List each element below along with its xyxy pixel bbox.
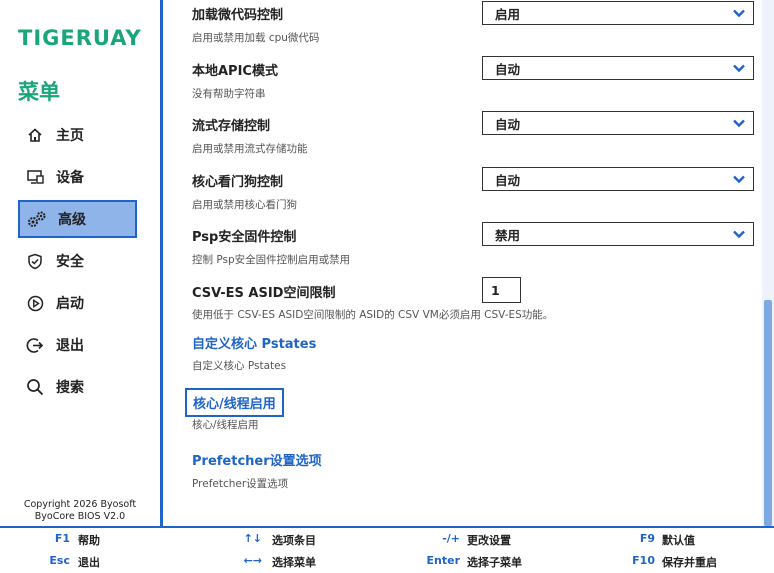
microcode-select[interactable]: 启用 [482, 1, 754, 25]
nav-item-exit[interactable]: 退出 [18, 326, 137, 364]
hotkey-desc: 帮助 [78, 534, 100, 547]
hotkey-desc: 选项条目 [272, 534, 316, 547]
copyright: Copyright 2026 Byosoft ByoCore BIOS V2.0 [23, 499, 137, 522]
nav-item-search[interactable]: 搜索 [18, 368, 137, 406]
scrollbar-thumb[interactable] [764, 300, 772, 526]
gears-icon [26, 208, 48, 230]
nav-item-label: 退出 [56, 338, 84, 354]
hotkey-key: Esc [49, 554, 70, 567]
option-title: CSV-ES ASID空间限制 [192, 286, 336, 301]
hotkey-desc: 默认值 [662, 534, 695, 547]
hotkey-desc: 选择子菜单 [467, 556, 522, 569]
select-value: 自动 [495, 61, 521, 77]
nav-item-label: 安全 [56, 254, 84, 270]
hotkey-key: -/+ [442, 532, 460, 545]
select-value: 禁用 [495, 227, 521, 243]
nav-item-label: 设备 [56, 170, 84, 186]
nav-item-advanced[interactable]: 高级 [18, 200, 137, 238]
option-title: 流式存储控制 [192, 119, 271, 134]
psp-firmware-select[interactable]: 禁用 [482, 222, 754, 246]
option-title: 加载微代码控制 [192, 8, 284, 23]
option-desc: 核心/线程启用 [192, 419, 259, 431]
sidebar: TIGERUAY 菜单 主页 设备 高级 安全 启动 退出 搜索 Copyrig… [0, 0, 163, 526]
option-title: 核心看门狗控制 [192, 175, 284, 190]
asid-limit-input[interactable]: 1 [482, 277, 521, 303]
option-title: 本地APIC模式 [192, 64, 278, 79]
custom-pstates-link[interactable]: 自定义核心 Pstates [192, 333, 316, 352]
hotkey-key: ↑↓ [243, 532, 262, 545]
nav-item-boot[interactable]: 启动 [18, 284, 137, 322]
nav-item-label: 高级 [58, 212, 86, 228]
device-icon [24, 166, 46, 188]
option-desc: 启用或禁用核心看门狗 [192, 199, 297, 211]
hotkey-key: ←→ [243, 554, 262, 567]
select-value: 自动 [495, 116, 521, 132]
menu-title: 菜单 [18, 80, 60, 104]
search-icon [24, 376, 46, 398]
streaming-store-select[interactable]: 自动 [482, 111, 754, 135]
brand-logo: TIGERUAY [18, 26, 142, 50]
nav-item-home[interactable]: 主页 [18, 116, 137, 154]
watchdog-select[interactable]: 自动 [482, 167, 754, 191]
option-desc: 启用或禁用流式存储功能 [192, 143, 308, 155]
chevron-down-icon [733, 9, 745, 18]
hotkey-desc: 更改设置 [467, 534, 511, 547]
option-desc: 没有帮助字符串 [192, 88, 266, 100]
home-icon [24, 124, 46, 146]
option-desc: 使用低于 CSV-ES ASID空间限制的 ASID的 CSV VM必须启用 C… [192, 309, 554, 321]
exit-icon [24, 334, 46, 356]
prefetcher-settings-link[interactable]: Prefetcher设置选项 [192, 450, 322, 469]
select-value: 自动 [495, 172, 521, 188]
hotkey-desc: 保存并重启 [662, 556, 717, 569]
scrollbar[interactable] [762, 0, 774, 526]
nav-item-device[interactable]: 设备 [18, 158, 137, 196]
nav-item-label: 主页 [56, 128, 84, 144]
option-desc: 启用或禁用加载 cpu微代码 [192, 32, 320, 44]
hotkey-key: Enter [426, 554, 461, 567]
apic-mode-select[interactable]: 自动 [482, 56, 754, 80]
option-desc: 自定义核心 Pstates [192, 360, 287, 372]
hotkey-bar: F1 帮助 Esc 退出 ↑↓ 选项条目 ←→ 选择菜单 -/+ 更改设置 En… [0, 526, 774, 573]
option-desc: 控制 Psp安全固件控制启用或禁用 [192, 254, 351, 266]
core-thread-enable-link[interactable]: 核心/线程启用 [185, 388, 284, 417]
nav-item-label: 启动 [56, 296, 84, 312]
hotkey-key: F9 [639, 532, 655, 545]
chevron-down-icon [733, 119, 745, 128]
nav-item-security[interactable]: 安全 [18, 242, 137, 280]
chevron-down-icon [733, 230, 745, 239]
shield-icon [24, 250, 46, 272]
chevron-down-icon [733, 64, 745, 73]
hotkey-key: F1 [54, 532, 70, 545]
chevron-down-icon [733, 175, 745, 184]
play-icon [24, 292, 46, 314]
nav-item-label: 搜索 [56, 380, 84, 396]
hotkey-key: F10 [632, 554, 655, 567]
option-desc: Prefetcher设置选项 [192, 478, 289, 490]
option-title: Psp安全固件控制 [192, 230, 297, 245]
settings-panel: 加载微代码控制 启用或禁用加载 cpu微代码 启用 本地APIC模式 没有帮助字… [166, 0, 759, 526]
hotkey-desc: 选择菜单 [272, 556, 316, 569]
select-value: 启用 [495, 6, 521, 22]
hotkey-desc: 退出 [78, 556, 100, 569]
